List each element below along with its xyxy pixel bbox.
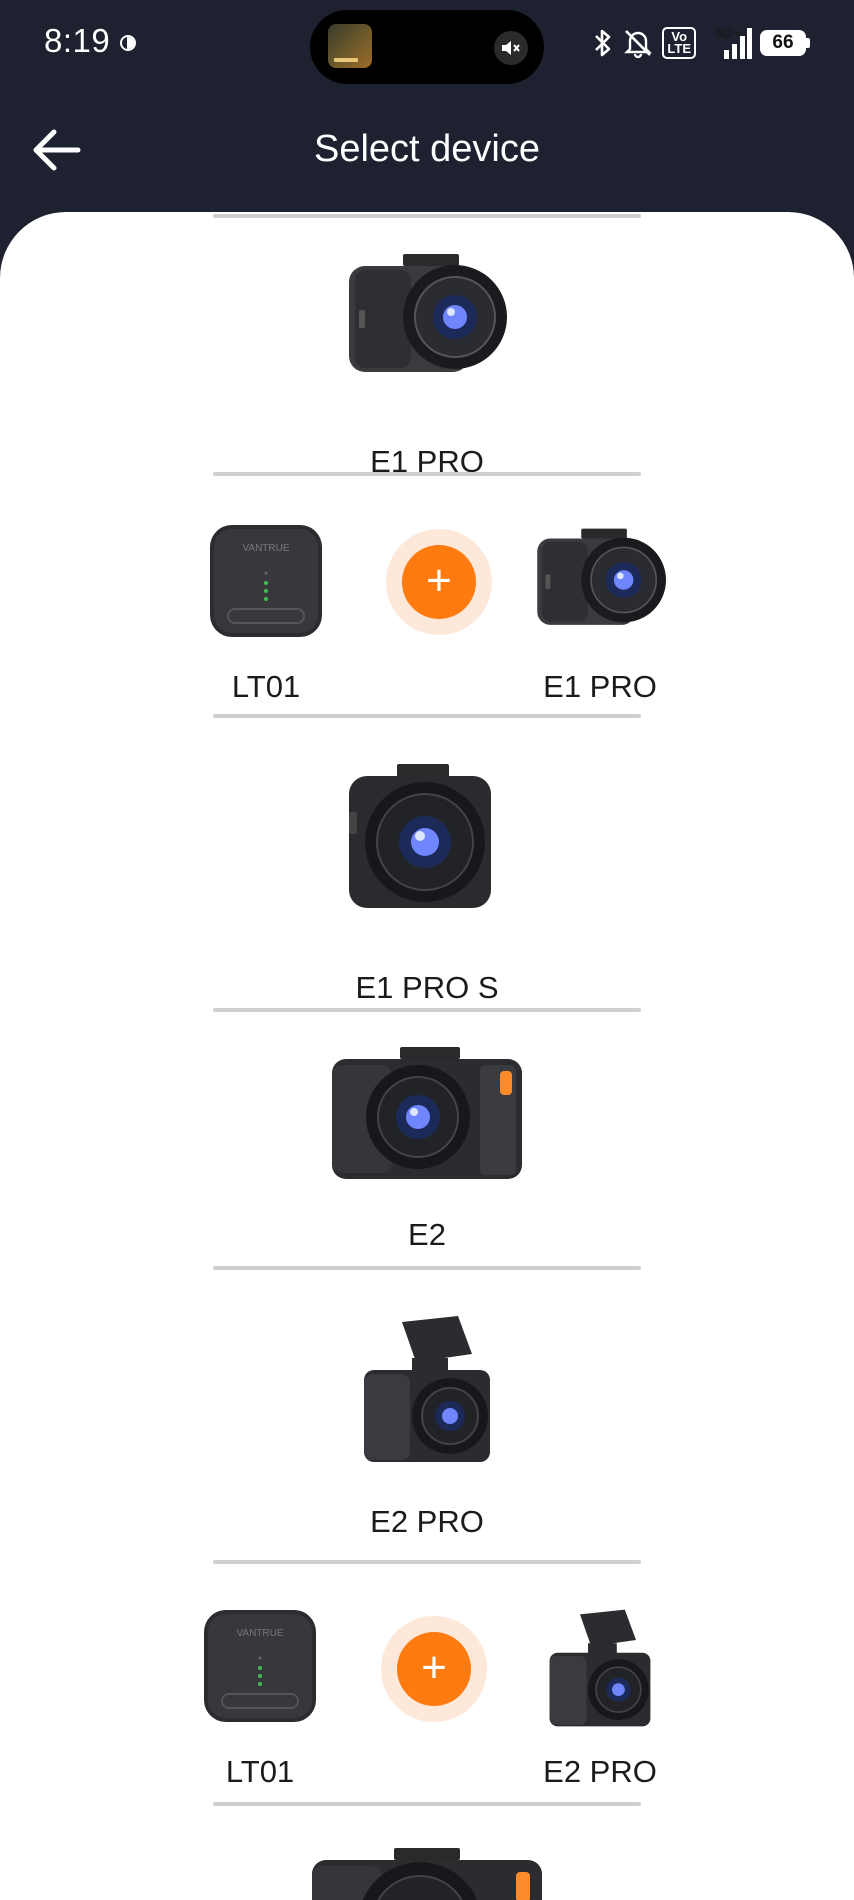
lt01-module-image: VANTRUE bbox=[210, 525, 322, 637]
volte-badge: Vo LTE bbox=[662, 27, 696, 59]
network-type-label: 4G+ bbox=[714, 25, 742, 41]
bell-muted-icon bbox=[624, 30, 653, 59]
bluetooth-icon bbox=[595, 29, 611, 57]
list-divider bbox=[213, 214, 641, 218]
dashcam-e1-pro-s-image bbox=[349, 764, 491, 908]
status-time: 8:19 bbox=[44, 22, 111, 59]
combo-right-name: E1 PRO bbox=[543, 669, 657, 704]
lt01-module-image: VANTRUE bbox=[204, 1610, 316, 1722]
plus-badge: + bbox=[381, 1616, 487, 1722]
combo-right-name: E2 PRO bbox=[543, 1754, 657, 1789]
list-divider bbox=[213, 1802, 641, 1806]
list-divider bbox=[213, 1008, 641, 1012]
app-header: Select device bbox=[0, 90, 854, 210]
list-divider bbox=[213, 472, 641, 476]
combo-left-name: LT01 bbox=[225, 1754, 295, 1789]
device-name: E1 PRO S bbox=[355, 970, 499, 1005]
dashcam-e1-pro-image bbox=[349, 254, 507, 372]
device-item-e2-pro[interactable]: E2 PRO bbox=[0, 1272, 854, 1562]
dynamic-island[interactable] bbox=[310, 10, 544, 84]
device-item-e2[interactable]: E2 bbox=[0, 1017, 854, 1257]
battery-icon: 66 bbox=[760, 30, 810, 56]
plus-badge: + bbox=[386, 529, 492, 635]
album-art-thumbnail bbox=[328, 24, 372, 68]
dark-mode-icon bbox=[120, 35, 136, 51]
dashcam-e2-pro-image bbox=[364, 1316, 490, 1462]
plus-icon: + bbox=[397, 1632, 471, 1706]
status-bar: 8:19 Vo LTE 4G+ 66 bbox=[0, 0, 854, 90]
dashcam-e2-image bbox=[332, 1047, 522, 1179]
combo-left-name: LT01 bbox=[231, 669, 301, 704]
device-list[interactable]: E1 PRO VANTRUE LT01 + E1 PRO E1 PRO S E2… bbox=[0, 212, 854, 1900]
list-divider bbox=[213, 714, 641, 718]
device-name: E2 bbox=[408, 1217, 446, 1252]
signal-icon: 4G+ bbox=[704, 25, 752, 60]
device-item-e1-pro[interactable]: E1 PRO bbox=[0, 242, 854, 479]
device-item-lt01-e2-pro[interactable]: VANTRUE LT01 + E2 PRO bbox=[0, 1562, 854, 1802]
device-item-e1-pro-s[interactable]: E1 PRO S bbox=[0, 722, 854, 1005]
dashcam-e1-pro-image bbox=[537, 528, 666, 625]
dashcam-e2-pro-image bbox=[549, 1609, 651, 1727]
page-title: Select device bbox=[313, 128, 540, 170]
device-item-lt01-e1-pro[interactable]: VANTRUE LT01 + E1 PRO bbox=[0, 477, 854, 717]
dashcam-partial-image bbox=[312, 1848, 542, 1900]
list-divider bbox=[213, 1266, 641, 1270]
speaker-muted-icon bbox=[494, 31, 528, 65]
status-icons: Vo LTE 4G+ 66 bbox=[592, 25, 810, 60]
device-name: E2 PRO bbox=[370, 1504, 484, 1539]
svg-text:VANTRUE: VANTRUE bbox=[242, 543, 289, 554]
svg-text:VANTRUE: VANTRUE bbox=[236, 1628, 283, 1639]
device-item-partial[interactable] bbox=[0, 1812, 854, 1900]
plus-icon: + bbox=[402, 545, 476, 619]
battery-level: 66 bbox=[760, 30, 806, 56]
